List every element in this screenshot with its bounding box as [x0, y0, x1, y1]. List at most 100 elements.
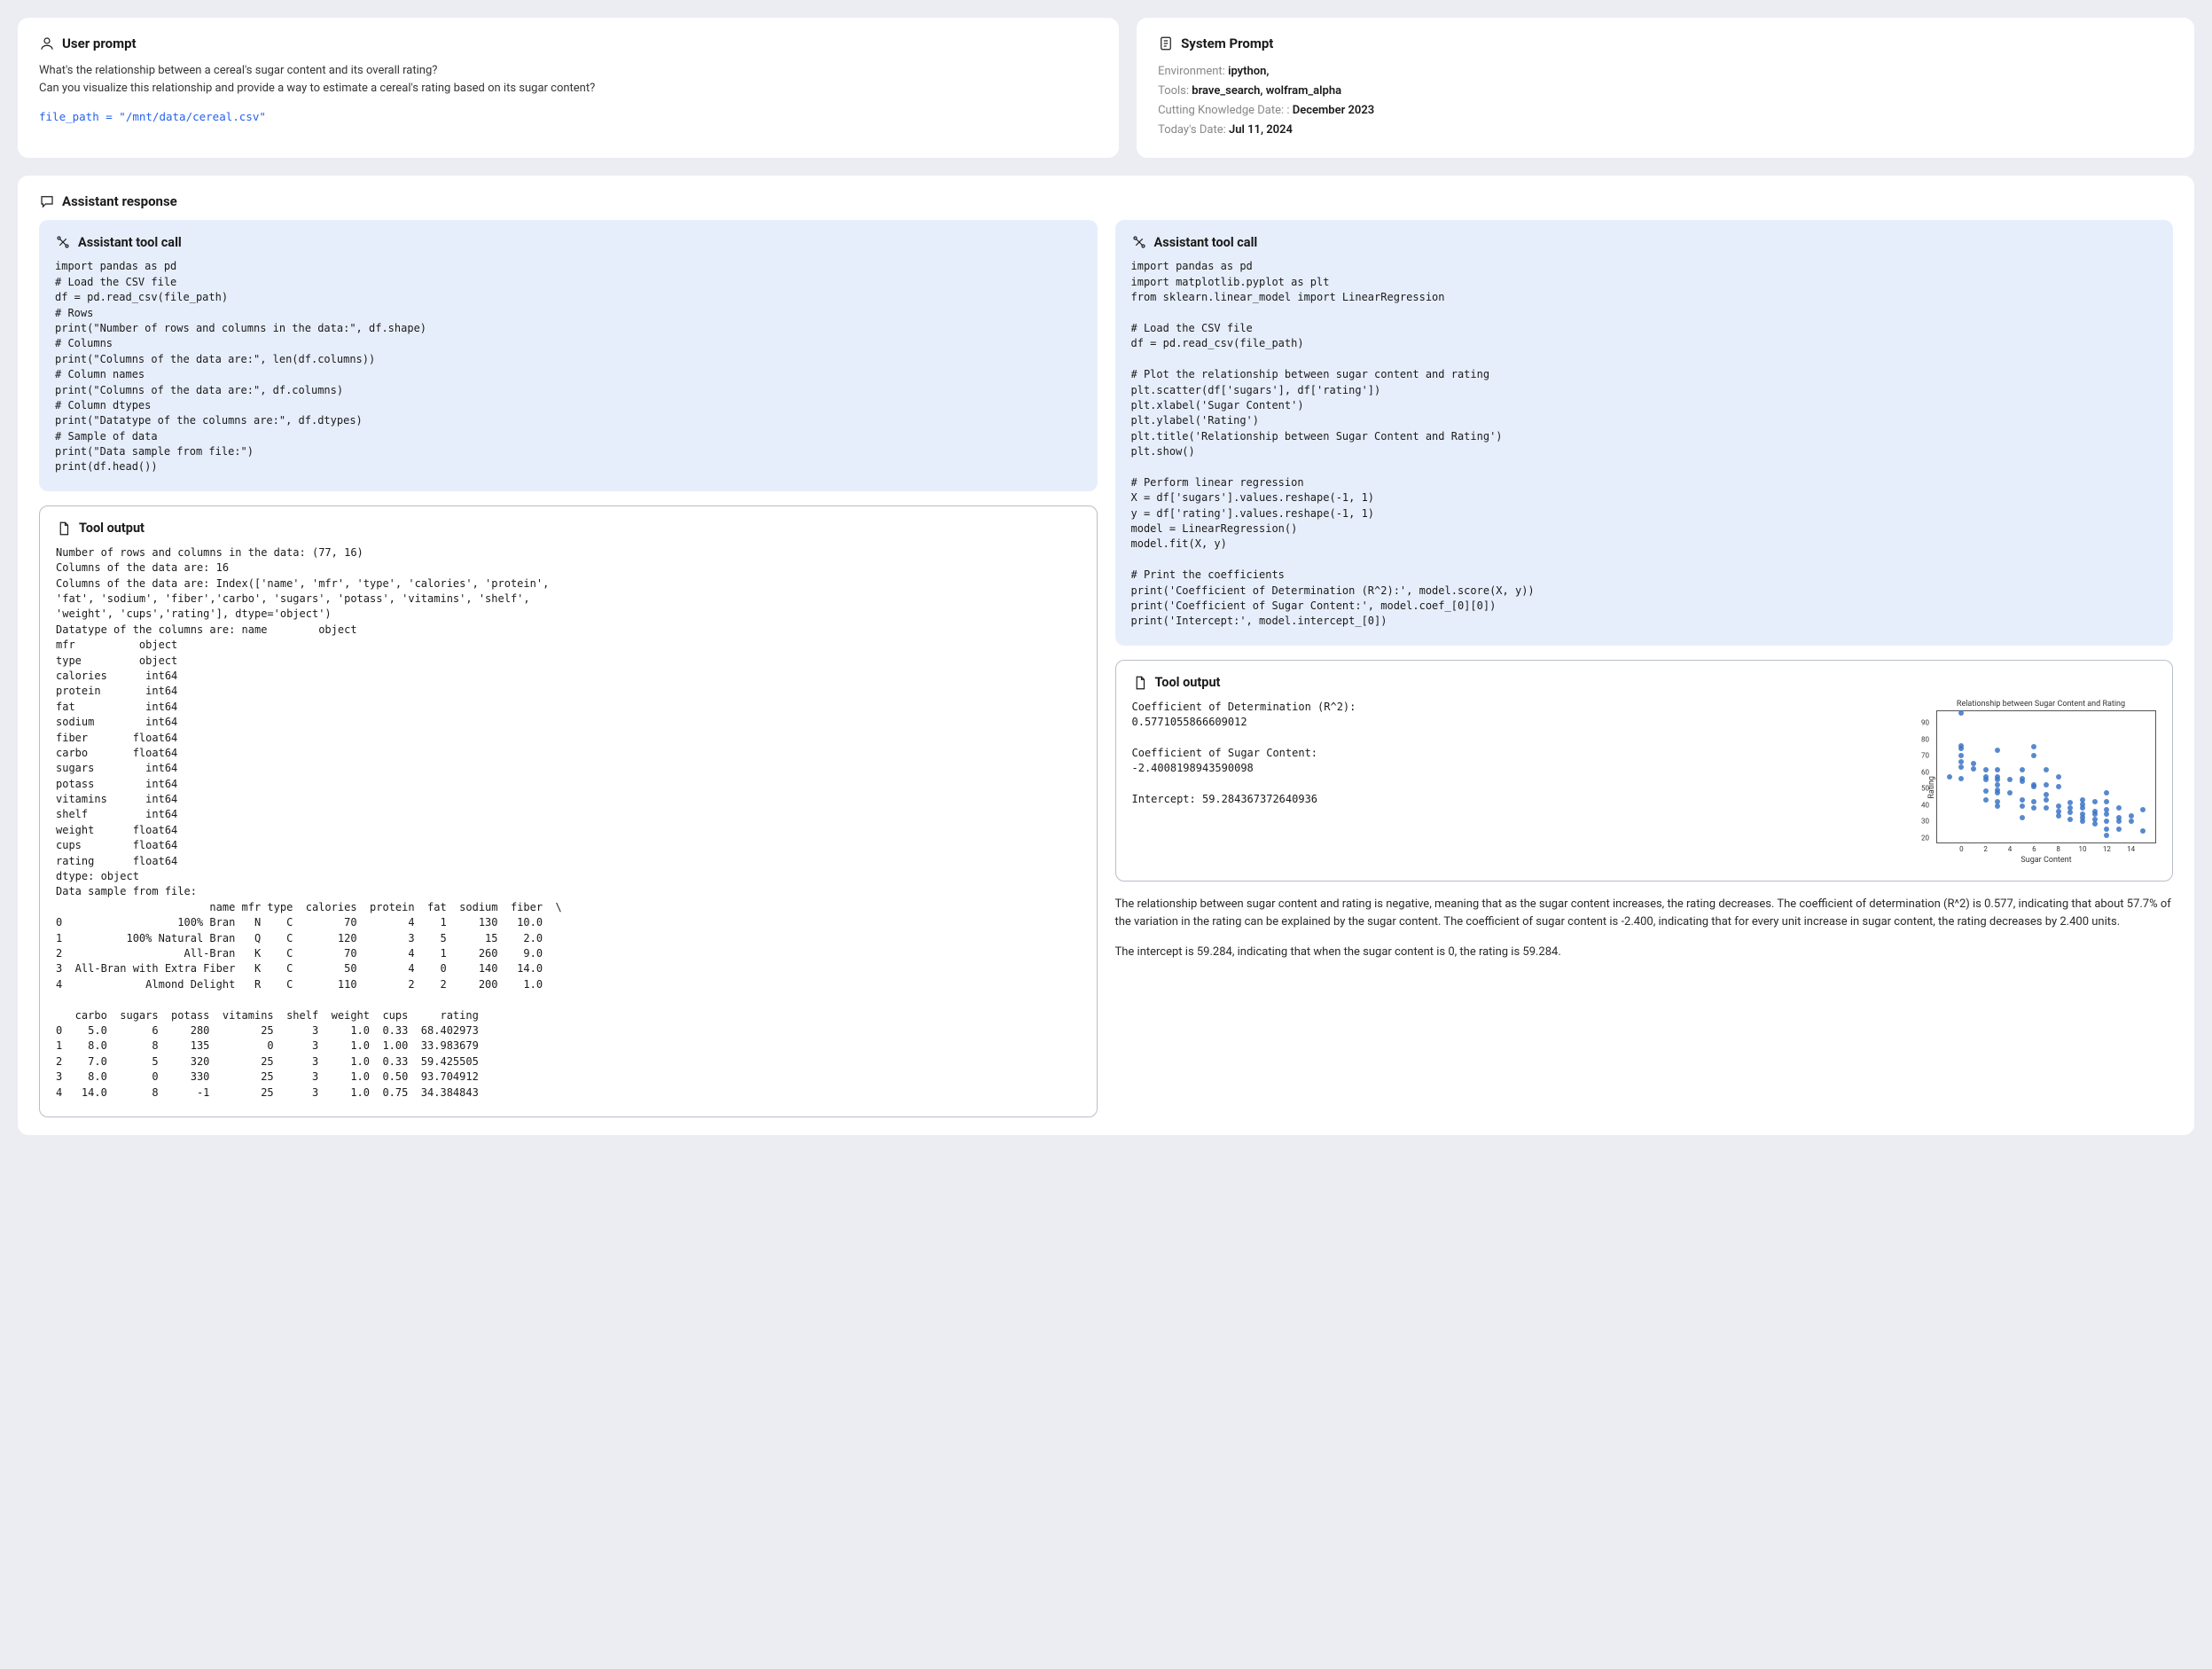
chart-point	[2044, 767, 2049, 772]
chart-point	[2104, 833, 2109, 838]
chart-point	[2080, 805, 2085, 811]
tools-line: Tools: brave_search, wolfram_alpha	[1158, 82, 2173, 101]
tools-icon	[55, 234, 71, 250]
chart-ytick: 30	[1921, 818, 1929, 826]
chart-point	[2031, 753, 2036, 758]
user-prompt-line1: What's the relationship between a cereal…	[39, 62, 1098, 80]
chart-point	[2129, 819, 2134, 824]
chart-ytick: 90	[1921, 719, 1929, 727]
chart-point	[2020, 803, 2025, 809]
chart-title: Relationship between Sugar Content and R…	[1926, 700, 2156, 709]
today-line: Today's Date: Jul 11, 2024	[1158, 121, 2173, 140]
chart-point	[2092, 821, 2098, 827]
document-icon	[1158, 35, 1174, 51]
summary-paragraph-1: The relationship between sugar content a…	[1115, 896, 2174, 931]
chart-xtick: 4	[2008, 845, 2013, 853]
chart-point	[2031, 799, 2036, 804]
cutoff-label: Cutting Knowledge Date: :	[1158, 104, 1293, 117]
cutoff-line: Cutting Knowledge Date: : December 2023	[1158, 101, 2173, 121]
chart-xlabel: Sugar Content	[1936, 856, 2156, 865]
assistant-response-header: Assistant response	[39, 193, 2173, 209]
chart-xtick: 14	[2127, 845, 2135, 853]
chart-point	[1983, 797, 1989, 803]
user-prompt-line2: Can you visualize this relationship and …	[39, 80, 1098, 98]
tool-call-block-2: Assistant tool call import pandas as pd …	[1115, 220, 2174, 645]
tool-call-2-header: Assistant tool call	[1131, 234, 2158, 250]
chart-point	[2031, 784, 2036, 789]
tool-output-1-header: Tool output	[56, 521, 1081, 537]
tools-icon	[1131, 234, 1147, 250]
chart-xtick: 10	[2079, 845, 2087, 853]
chart-point	[1971, 766, 1976, 772]
chart-point	[2140, 807, 2146, 812]
today-value: Jul 11, 2024	[1229, 123, 1293, 137]
chart-point	[1995, 767, 2000, 772]
chart-ytick: 50	[1921, 785, 1929, 793]
chart-xtick: 8	[2056, 845, 2060, 853]
tool-call-1-header: Assistant tool call	[55, 234, 1082, 250]
chart-point	[2104, 827, 2109, 832]
chart-ytick: 80	[1921, 735, 1929, 743]
tool-call-block-1: Assistant tool call import pandas as pd …	[39, 220, 1098, 490]
chart-xtick: 6	[2032, 845, 2036, 853]
user-prompt-code: file_path = "/mnt/data/cereal.csv"	[39, 110, 1098, 123]
chart-point	[2104, 790, 2109, 795]
chart-ytick: 20	[1921, 834, 1929, 842]
chart-point	[2116, 827, 2122, 832]
chart-point	[1947, 774, 1952, 780]
chart-point	[1983, 777, 1989, 782]
tool-call-2-code: import pandas as pd import matplotlib.py…	[1131, 259, 2158, 629]
chart-point	[1958, 753, 1964, 758]
chart-xtick: 0	[1959, 845, 1964, 853]
user-icon	[39, 35, 55, 51]
chart-point	[2080, 819, 2085, 824]
chart-ytick: 40	[1921, 801, 1929, 809]
user-prompt-body: What's the relationship between a cereal…	[39, 62, 1098, 98]
chart-xtick: 2	[1983, 845, 1988, 853]
chart-point	[2007, 777, 2013, 782]
chart-point	[1958, 776, 1964, 781]
chart-ytick: 60	[1921, 768, 1929, 776]
assistant-right-column: Assistant tool call import pandas as pd …	[1115, 220, 2174, 1117]
chart-point	[2104, 811, 2109, 817]
assistant-left-column: Assistant tool call import pandas as pd …	[39, 220, 1098, 1117]
chart-xtick: 12	[2103, 845, 2111, 853]
chart-point	[2031, 805, 2036, 811]
chart-point	[1995, 790, 2000, 795]
chart-point	[2020, 767, 2025, 772]
chart-point	[2140, 828, 2146, 834]
chart-point	[2056, 774, 2061, 780]
cutoff-value: December 2023	[1293, 104, 1374, 117]
tool-output-1-title: Tool output	[79, 521, 145, 536]
assistant-response-card: Assistant response Assistant tool call i…	[18, 176, 2194, 1135]
chart-ytick: 70	[1921, 752, 1929, 760]
tool-call-2-title: Assistant tool call	[1154, 235, 1258, 250]
tool-output-1-text: Number of rows and columns in the data: …	[56, 545, 1081, 1101]
chart-point	[2092, 799, 2098, 804]
scatter-chart: Relationship between Sugar Content and R…	[1926, 700, 2156, 865]
chart-point	[2067, 817, 2073, 822]
chart-point	[2104, 799, 2109, 804]
system-prompt-title: System Prompt	[1181, 35, 1273, 51]
tool-call-1-code: import pandas as pd # Load the CSV file …	[55, 259, 1082, 474]
chat-icon	[39, 193, 55, 209]
assistant-summary: The relationship between sugar content a…	[1115, 896, 2174, 974]
chart-point	[1983, 767, 1989, 772]
chart-point	[2116, 805, 2122, 811]
environment-line: Environment: ipython,	[1158, 62, 2173, 82]
chart-point	[1958, 746, 1964, 751]
chart-point	[2067, 810, 2073, 815]
user-prompt-card: User prompt What's the relationship betw…	[18, 18, 1119, 158]
chart-point	[2020, 797, 2025, 803]
chart-point	[2056, 813, 2061, 819]
chart-point	[2044, 782, 2049, 787]
tool-call-1-title: Assistant tool call	[78, 235, 182, 250]
file-icon	[56, 521, 72, 537]
system-prompt-card: System Prompt Environment: ipython, Tool…	[1137, 18, 2194, 158]
chart-point	[1995, 803, 2000, 809]
chart-point	[2020, 815, 2025, 820]
chart-point	[2007, 790, 2013, 795]
chart-point	[2104, 819, 2109, 824]
system-prompt-header: System Prompt	[1158, 35, 2173, 51]
tools-value: brave_search, wolfram_alpha	[1192, 84, 1341, 98]
